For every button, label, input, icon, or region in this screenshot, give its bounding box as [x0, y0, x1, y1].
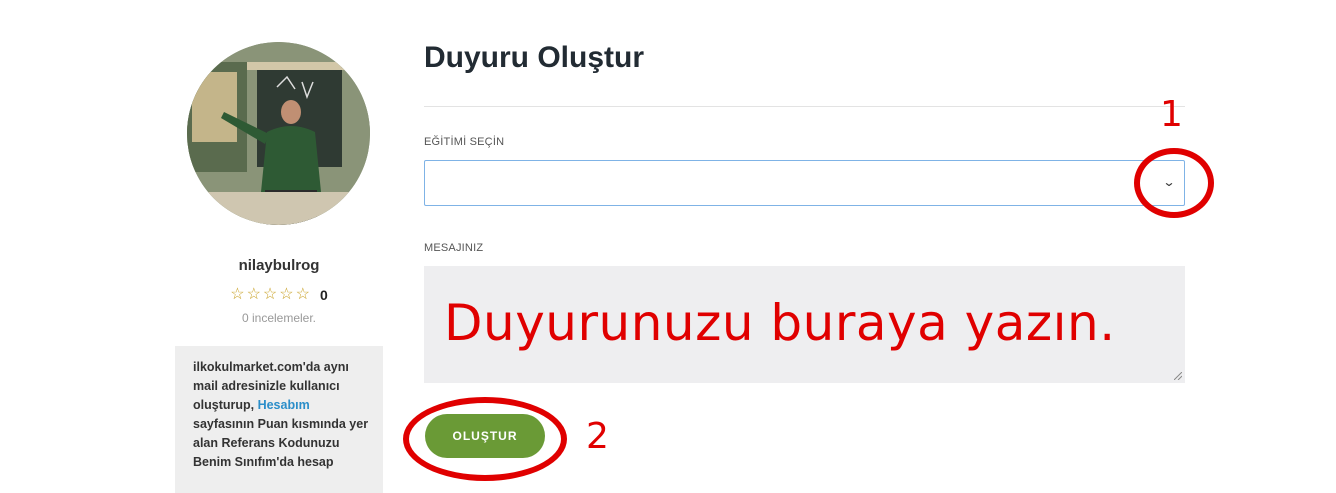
referral-info-box: ilkokulmarket.com'da aynı mail adresiniz… [175, 346, 383, 493]
star-empty-icon: ☆ [230, 286, 245, 303]
annotation-circle-2 [403, 397, 567, 481]
star-empty-icon: ☆ [262, 286, 278, 303]
divider [424, 106, 1185, 107]
star-empty-icon: ☆ [246, 286, 261, 303]
message-placeholder: Duyurunuzu buraya yazın. [444, 294, 1116, 352]
rating-value: 0 [319, 287, 328, 303]
teacher-photo [187, 42, 370, 225]
annotation-number-1: 1 [1160, 94, 1183, 135]
course-select[interactable]: ⌄ [424, 160, 1185, 206]
select-label: EĞİTİMİ SEÇİN [424, 136, 505, 148]
message-label: MESAJINIZ [424, 242, 484, 254]
star-empty-icon: ☆ [295, 286, 310, 303]
page-title: Duyuru Oluştur [424, 41, 645, 74]
reviews-count: 0 incelemeler. [241, 311, 317, 325]
annotation-number-2: 2 [586, 416, 609, 457]
account-link[interactable]: Hesabım [258, 398, 310, 412]
profile-avatar [187, 42, 370, 225]
message-textarea[interactable]: Duyurunuzu buraya yazın. [424, 266, 1185, 383]
star-empty-icon: ☆ [279, 286, 294, 303]
profile-username: nilaybulrog [238, 257, 320, 274]
rating: ☆ ☆ ☆ ☆ ☆ 0 [175, 286, 383, 304]
annotation-circle-1 [1134, 148, 1214, 218]
info-text-after: sayfasının Puan kısmında yer alan Refera… [193, 417, 369, 469]
resize-handle-icon[interactable] [1174, 372, 1182, 380]
